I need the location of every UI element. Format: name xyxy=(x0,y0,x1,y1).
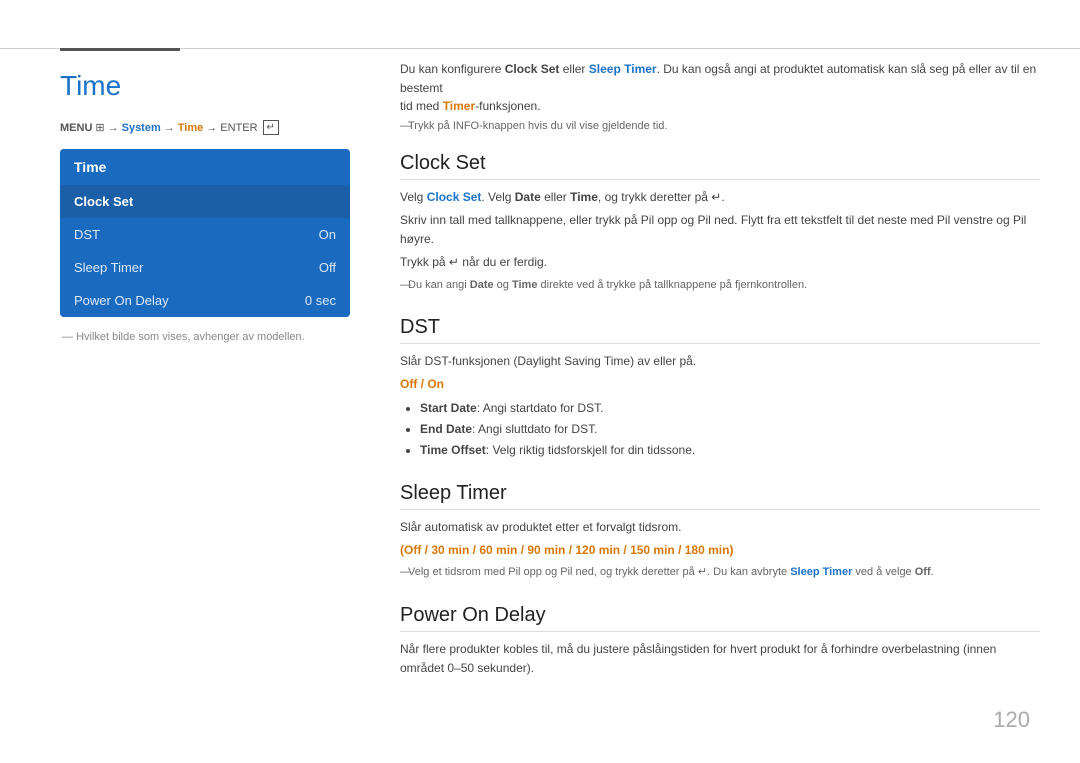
menu-item-dst[interactable]: DST On xyxy=(60,218,350,251)
start-date-label: Start Date xyxy=(420,401,477,415)
clock-set-title: Clock Set xyxy=(400,152,1040,180)
menu-path: MENU ⊞ → System → Time → ENTER ↵ xyxy=(60,120,360,135)
enter-icon: ↵ xyxy=(263,120,279,135)
dst-list: Start Date: Angi startdato for DST. End … xyxy=(400,399,1040,461)
menu-item-clock-set[interactable]: Clock Set xyxy=(60,185,350,218)
dst-p1: Slår DST-funksjonen (Daylight Saving Tim… xyxy=(400,352,1040,371)
menu-icon: ⊞ xyxy=(95,121,104,134)
intro-text-1: Du kan konfigurere Clock Set eller Sleep… xyxy=(400,60,1040,116)
dst-body: Slår DST-funksjonen (Daylight Saving Tim… xyxy=(400,352,1040,460)
power-on-delay-label: Power On Delay xyxy=(74,293,169,308)
sleep-timer-value: Off xyxy=(319,260,336,275)
section-clock-set: Clock Set Velg Clock Set. Velg Date elle… xyxy=(400,152,1040,294)
menu-item-sleep-timer[interactable]: Sleep Timer Off xyxy=(60,251,350,284)
time-inline: Time xyxy=(570,190,598,204)
menu-word: MENU xyxy=(60,122,92,134)
clock-set-body: Velg Clock Set. Velg Date eller Time, og… xyxy=(400,188,1040,294)
right-column: Du kan konfigurere Clock Set eller Sleep… xyxy=(400,60,1040,700)
clock-set-p1: Velg Clock Set. Velg Date eller Time, og… xyxy=(400,188,1040,207)
menu-panel-header: Time xyxy=(60,149,350,185)
section-dst: DST Slår DST-funksjonen (Daylight Saving… xyxy=(400,316,1040,460)
end-date-label: End Date xyxy=(420,422,472,436)
sleep-timer-note-ref: Sleep Timer xyxy=(790,566,852,578)
arrow1: → xyxy=(108,122,119,134)
enter-label: ENTER xyxy=(220,122,257,134)
off-on-label: Off / On xyxy=(400,377,444,391)
dst-end-date: End Date: Angi sluttdato for DST. xyxy=(420,420,1040,439)
menu-item-power-on-delay[interactable]: Power On Delay 0 sec xyxy=(60,284,350,317)
arrow2: → xyxy=(164,122,175,134)
dst-value: On xyxy=(319,227,336,242)
time-link: Time xyxy=(178,122,203,134)
page-title: Time xyxy=(60,70,360,102)
intro-note: Trykk på INFO-knappen hvis du vil vise g… xyxy=(400,120,1040,132)
dst-title: DST xyxy=(400,316,1040,344)
sleep-timer-ref: Sleep Timer xyxy=(589,62,657,76)
section-power-on-delay: Power On Delay Når flere produkter koble… xyxy=(400,604,1040,678)
timer-ref: Timer xyxy=(443,99,475,113)
power-on-delay-value: 0 sec xyxy=(305,293,336,308)
page-number: 120 xyxy=(993,707,1030,733)
power-on-delay-p1: Når flere produkter kobles til, må du ju… xyxy=(400,640,1040,678)
clock-set-label: Clock Set xyxy=(74,194,133,209)
power-on-delay-body: Når flere produkter kobles til, må du ju… xyxy=(400,640,1040,678)
off-ref: Off xyxy=(915,566,931,578)
sleep-timer-p1: Slår automatisk av produktet etter et fo… xyxy=(400,518,1040,537)
date-inline: Date xyxy=(515,190,541,204)
sleep-timer-title: Sleep Timer xyxy=(400,482,1040,510)
sleep-timer-note: Velg et tidsrom med Pil opp og Pil ned, … xyxy=(400,564,1040,582)
clock-set-inline: Clock Set xyxy=(427,190,482,204)
dst-label: DST xyxy=(74,227,100,242)
dst-time-offset: Time Offset: Velg riktig tidsforskjell f… xyxy=(420,441,1040,460)
left-column: Time MENU ⊞ → System → Time → ENTER ↵ Ti… xyxy=(60,60,360,343)
arrow3: → xyxy=(206,122,217,134)
power-on-delay-title: Power On Delay xyxy=(400,604,1040,632)
date-note-ref: Date xyxy=(470,279,494,291)
dst-off-on: Off / On xyxy=(400,375,1040,394)
sleep-timer-options: (Off / 30 min / 60 min / 90 min / 120 mi… xyxy=(400,541,1040,560)
sleep-timer-label: Sleep Timer xyxy=(74,260,143,275)
sleep-timer-options-label: (Off / 30 min / 60 min / 90 min / 120 mi… xyxy=(400,543,733,557)
model-note: Hvilket bilde som vises, avhenger av mod… xyxy=(60,331,360,343)
time-note-ref: Time xyxy=(512,279,537,291)
section-sleep-timer: Sleep Timer Slår automatisk av produktet… xyxy=(400,482,1040,582)
left-accent-line xyxy=(60,48,180,51)
info-ref: INFO xyxy=(453,120,479,132)
time-offset-label: Time Offset xyxy=(420,443,486,457)
menu-panel: Time Clock Set DST On Sleep Timer Off Po… xyxy=(60,149,350,317)
clock-set-note: Du kan angi Date og Time direkte ved å t… xyxy=(400,277,1040,295)
sleep-timer-body: Slår automatisk av produktet etter et fo… xyxy=(400,518,1040,582)
clock-set-p2: Skriv inn tall med tallknappene, eller t… xyxy=(400,211,1040,249)
system-link: System xyxy=(122,122,161,134)
clock-set-p3: Trykk på ↵ når du er ferdig. xyxy=(400,253,1040,272)
clock-set-ref: Clock Set xyxy=(505,62,560,76)
dst-start-date: Start Date: Angi startdato for DST. xyxy=(420,399,1040,418)
